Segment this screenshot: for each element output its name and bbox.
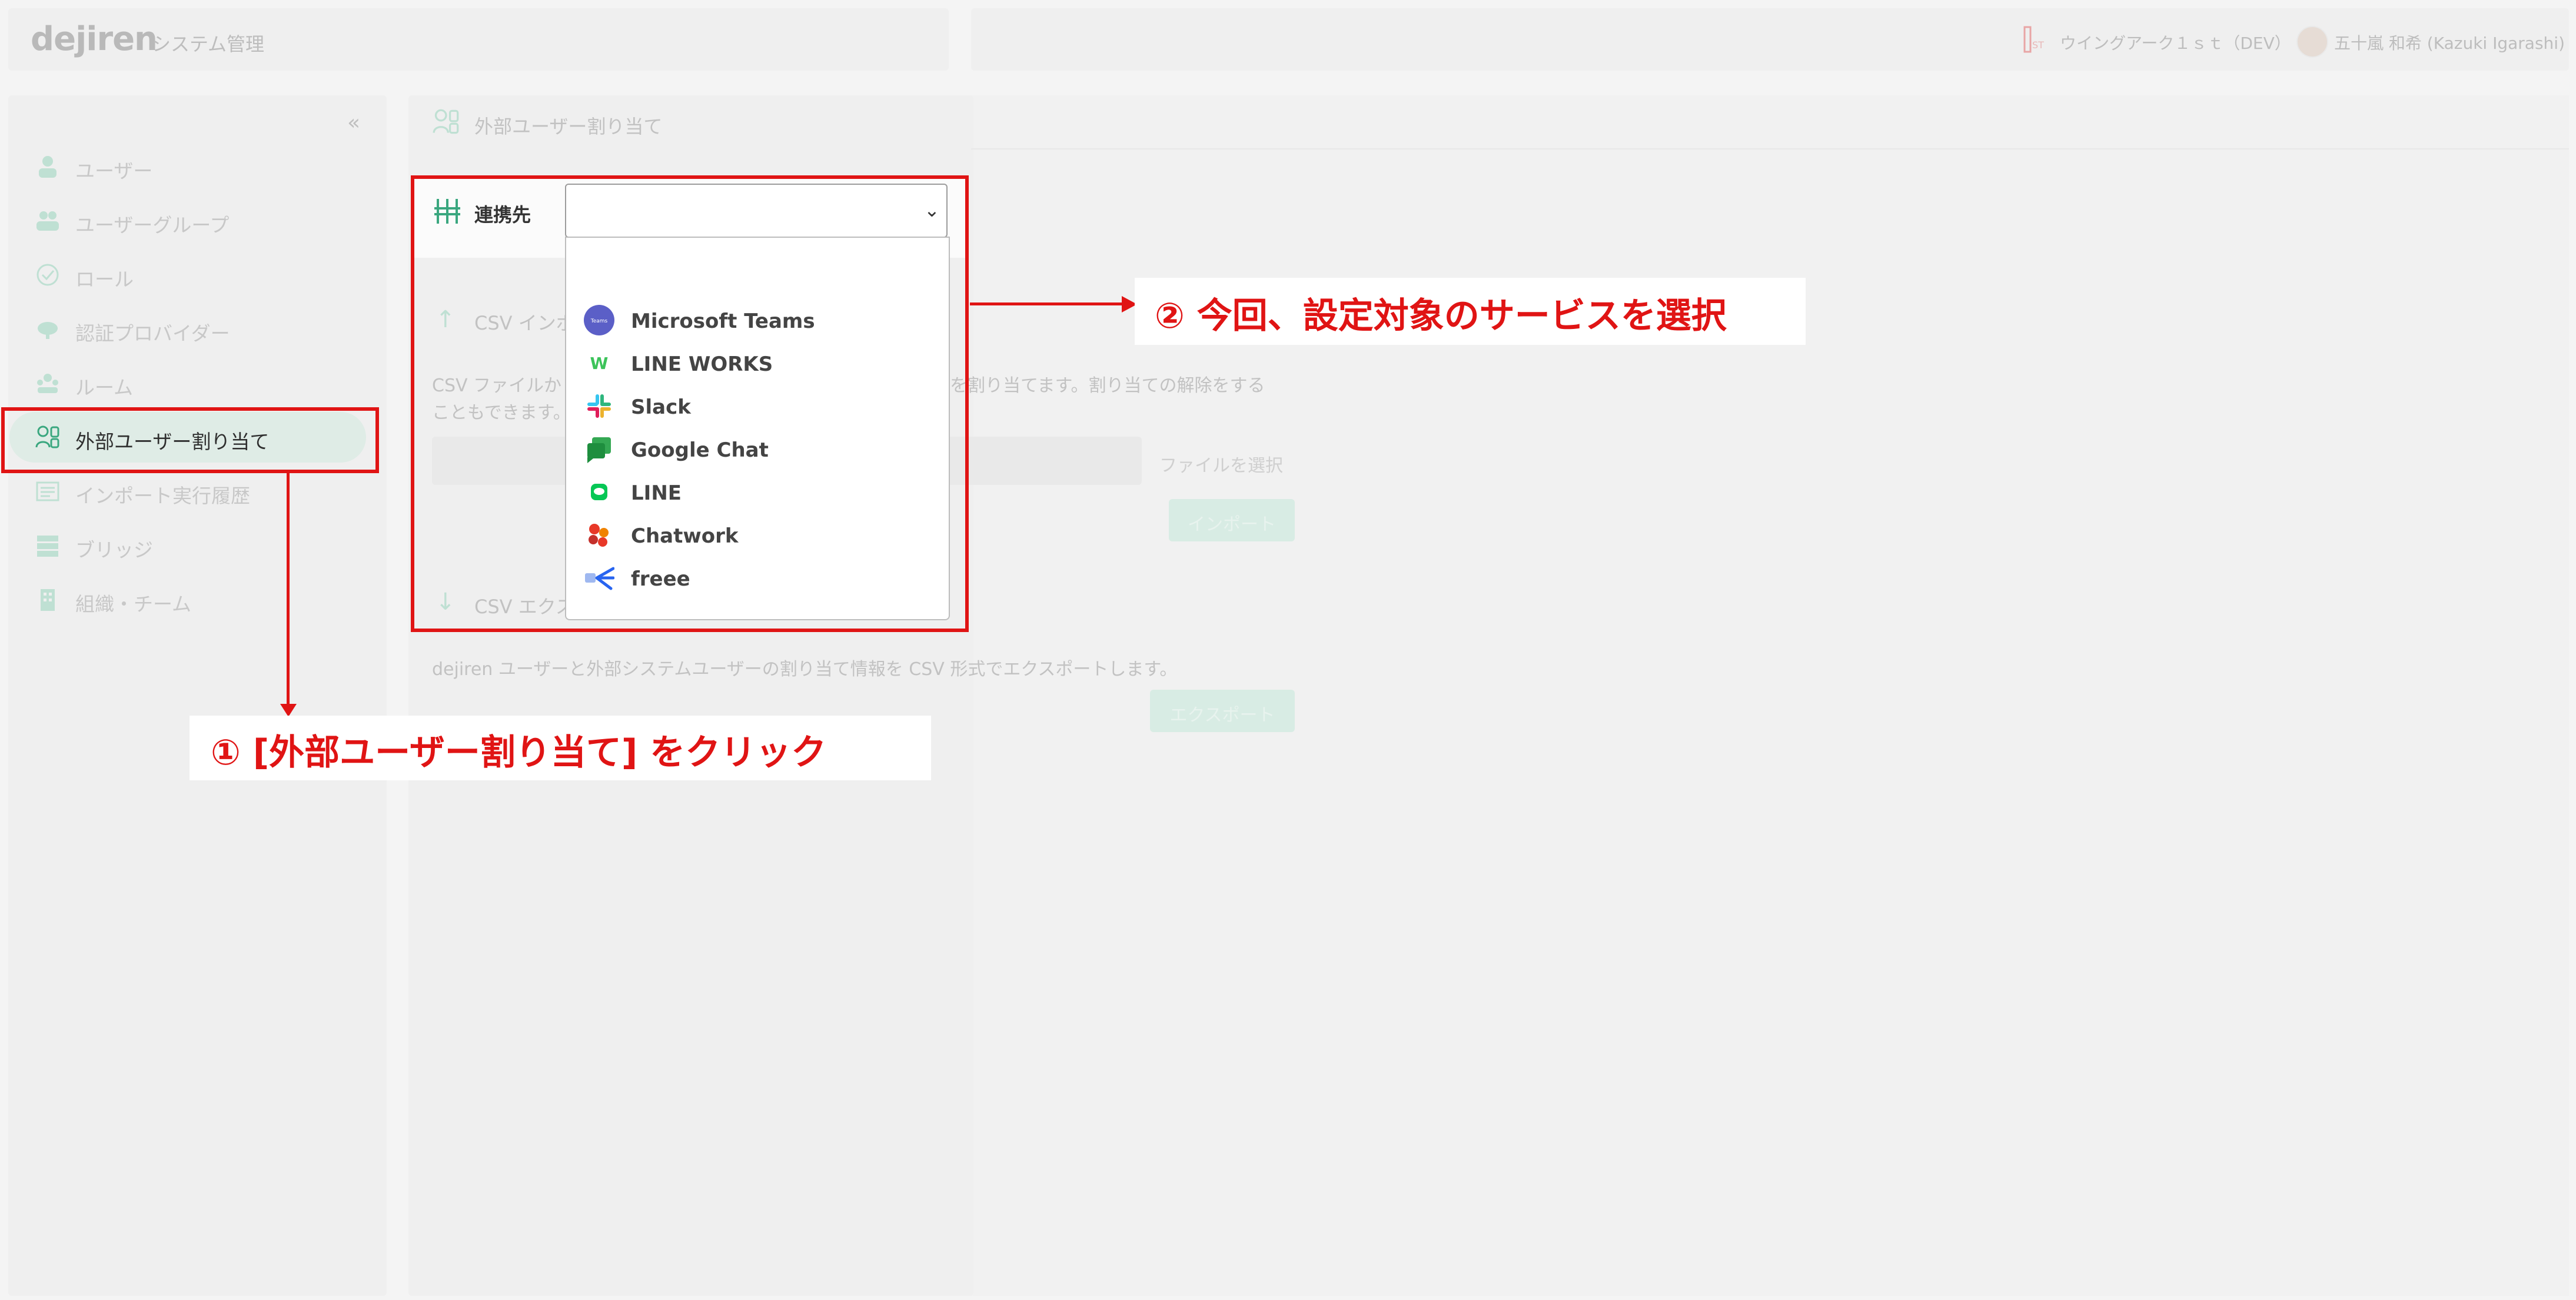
user-name[interactable]: 五十嵐 和希 (Kazuki Igarashi) — [2334, 31, 2565, 54]
sidebar-item-label: ユーザー — [75, 159, 153, 182]
collapse-sidebar-icon[interactable]: « — [347, 111, 360, 135]
annotation-highlight-nav — [1, 407, 379, 473]
csv-import-description-continued: を割り当てます。割り当ての解除をする — [950, 375, 1265, 396]
bridge-icon — [37, 536, 58, 557]
sidebar-item-users[interactable]: ユーザー — [9, 141, 366, 192]
sidebar-item-bridges[interactable]: ブリッジ — [9, 520, 366, 571]
import-button-label: インポート — [1188, 514, 1276, 535]
room-icon — [37, 374, 58, 393]
sidebar-item-label: ブリッジ — [75, 538, 153, 561]
annotation-highlight-dropdown — [411, 175, 969, 632]
user-group-icon — [36, 211, 59, 231]
topbar-right — [971, 8, 2569, 71]
sidebar-item-label: インポート実行履歴 — [75, 484, 250, 507]
sidebar-item-label: 認証プロバイダー — [75, 322, 230, 345]
sidebar-item-label: ルーム — [75, 376, 134, 399]
csv-export-description: dejiren ユーザーと外部システムユーザーの割り当て情報を CSV 形式でエ… — [432, 659, 1178, 680]
sidebar-item-user-groups[interactable]: ユーザーグループ — [9, 195, 366, 246]
org-name[interactable]: ウイングアーク１ｓｔ（DEV） — [2060, 31, 2291, 54]
annotation-arrow-head — [280, 704, 297, 717]
sidebar-item-label: ユーザーグループ — [75, 214, 230, 237]
sidebar-item-label: 組織・チーム — [75, 593, 192, 616]
header-divider — [971, 148, 2569, 149]
page-title: 外部ユーザー割り当て — [474, 115, 663, 138]
sidebar-item-label: ロール — [75, 268, 134, 291]
brand-logo[interactable]: dejiren — [31, 20, 158, 58]
cloud-key-icon — [38, 322, 58, 339]
sidebar-item-roles[interactable]: ロール — [9, 250, 366, 300]
svg-text:ST: ST — [2032, 39, 2044, 51]
history-icon — [36, 481, 59, 501]
sidebar-item-org-teams[interactable]: 組織・チーム — [9, 574, 366, 625]
annotation-step-2: ② 今回、設定対象のサービスを選択 — [1135, 278, 1806, 345]
sidebar-item-import-history[interactable]: インポート実行履歴 — [9, 466, 366, 517]
external-user-icon — [433, 109, 459, 134]
user-avatar[interactable] — [2296, 26, 2328, 58]
sidebar-item-rooms[interactable]: ルーム — [9, 358, 366, 408]
user-icon — [39, 156, 56, 178]
app-title: システム管理 — [152, 33, 265, 55]
building-icon — [41, 589, 55, 611]
annotation-arrow-line — [970, 302, 1125, 305]
org-logo-icon: ST — [2023, 26, 2044, 53]
check-circle-icon — [36, 264, 59, 286]
annotation-arrow-line — [287, 473, 290, 709]
annotation-step-1: ① [外部ユーザー割り当て] をクリック — [190, 716, 931, 780]
sidebar-item-auth-providers[interactable]: 認証プロバイダー — [9, 304, 366, 354]
export-button-label: エクスポート — [1169, 705, 1275, 726]
file-select-button[interactable]: ファイルを選択 — [1159, 451, 1283, 477]
